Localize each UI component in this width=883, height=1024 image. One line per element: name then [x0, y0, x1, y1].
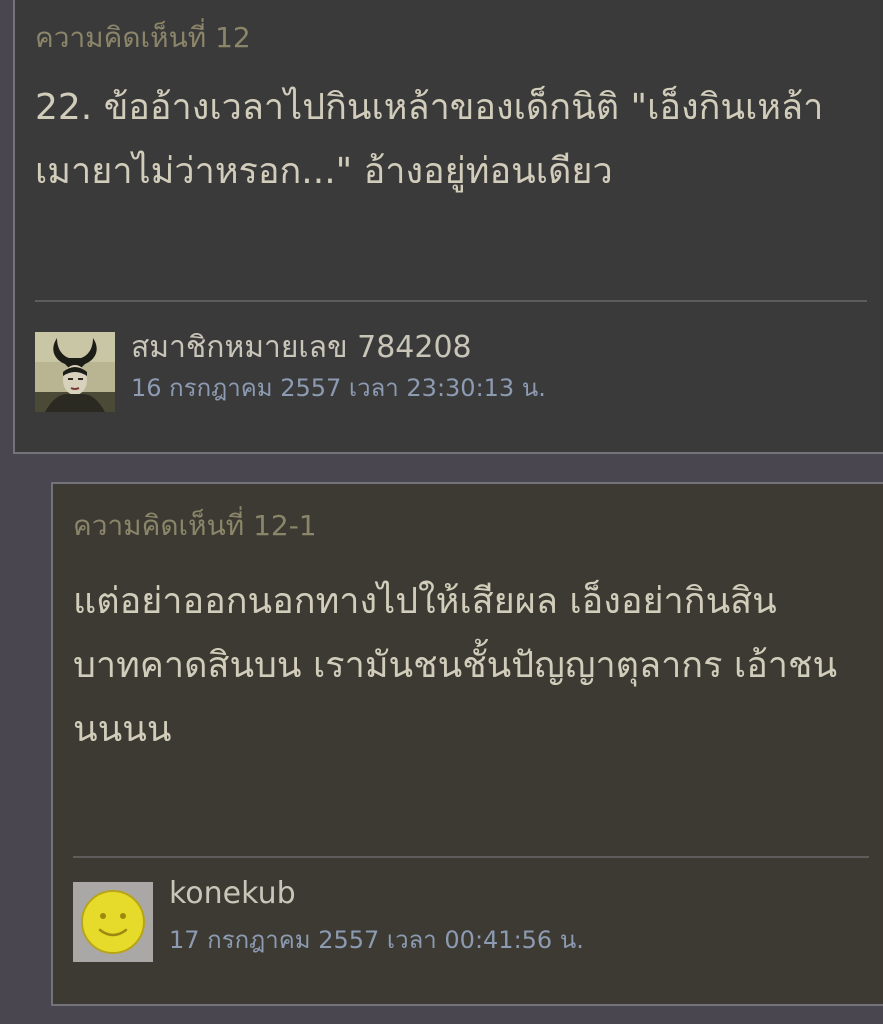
avatar-image: [73, 882, 153, 962]
comment-header[interactable]: ความคิดเห็นที่ 12: [35, 16, 251, 60]
comment-body: 22. ข้ออ้างเวลาไปกินเหล้าของเด็กนิติ "เอ…: [35, 87, 824, 192]
timestamp: 17 กรกฎาคม 2557 เวลา 00:41:56 น.: [169, 926, 584, 954]
divider: [73, 856, 869, 858]
timestamp: 16 กรกฎาคม 2557 เวลา 23:30:13 น.: [131, 374, 546, 402]
comment-body: แต่อย่าออกนอกทางไปให้เสียผล เอ็งอย่ากินส…: [73, 581, 838, 750]
comment-header[interactable]: ความคิดเห็นที่ 12-1: [73, 504, 317, 548]
avatar-image: [35, 332, 115, 412]
comment-12: ความคิดเห็นที่ 12 22. ข้ออ้างเวลาไปกินเห…: [13, 0, 883, 454]
author-name[interactable]: konekub: [169, 876, 296, 911]
comment-12-1: ความคิดเห็นที่ 12-1 แต่อย่าออกนอกทางไปให…: [51, 482, 883, 1006]
author-name[interactable]: สมาชิกหมายเลข 784208: [131, 324, 472, 371]
divider: [35, 300, 867, 302]
smiley-face-avatar-icon[interactable]: [73, 882, 153, 962]
horned-figure-avatar-icon[interactable]: [35, 332, 115, 412]
